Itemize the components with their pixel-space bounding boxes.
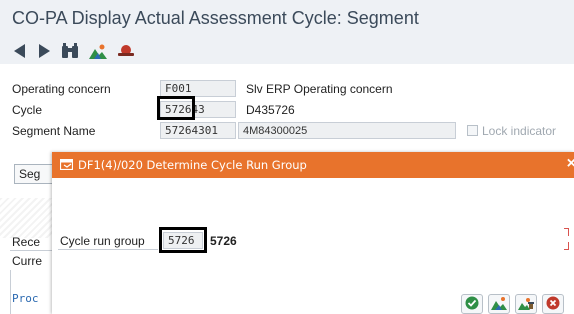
title-bar: CO-PA Display Actual Assessment Cycle: S… — [0, 0, 574, 38]
dialog-window-icon — [59, 158, 74, 173]
cycle-run-group-label: Cycle run group — [60, 234, 145, 248]
receiver-tab-stub[interactable]: Rece — [12, 235, 40, 249]
landscape-button[interactable] — [488, 294, 510, 314]
landscape-icon[interactable] — [88, 41, 108, 61]
close-icon[interactable]: × — [567, 155, 574, 173]
confirm-check-icon — [465, 296, 479, 313]
forward-arrow-icon[interactable] — [36, 41, 52, 61]
tab-divider — [10, 250, 52, 251]
binoculars-icon[interactable] — [60, 41, 80, 61]
label-underline — [58, 249, 158, 250]
segment-tab[interactable]: Seg — [14, 164, 56, 184]
cycle-text: D435726 — [246, 103, 295, 117]
currency-tab-stub[interactable]: Curre — [12, 254, 42, 268]
segment-name-field[interactable]: 57264301 — [160, 122, 236, 139]
segment-tab-label: Seg — [19, 167, 41, 181]
operating-concern-label: Operating concern — [12, 82, 111, 96]
cancel-icon — [546, 296, 560, 313]
segment-name-label: Segment Name — [12, 124, 96, 138]
cycle-label: Cycle — [12, 103, 43, 117]
cancel-button[interactable] — [542, 294, 564, 314]
confirm-button[interactable] — [461, 294, 483, 314]
lock-indicator-checkbox[interactable] — [467, 125, 478, 136]
tools-button[interactable] — [515, 294, 537, 314]
operating-concern-text: Slv ERP Operating concern — [246, 82, 393, 96]
lock-indicator-label: Lock indicator — [482, 124, 557, 138]
background-hatch — [0, 198, 52, 238]
page-title: CO-PA Display Actual Assessment Cycle: S… — [12, 8, 419, 28]
cycle-run-group-dialog: DF1(4)/020 Determine Cycle Run Group × C… — [52, 152, 574, 314]
frame-corner-top — [564, 228, 569, 236]
cycle-highlight-box — [157, 96, 195, 120]
dialog-title: DF1(4)/020 Determine Cycle Run Group — [78, 158, 307, 172]
frame-corner-bottom — [564, 242, 569, 250]
dialog-title-bar[interactable]: DF1(4)/020 Determine Cycle Run Group × — [52, 152, 574, 178]
operating-concern-field[interactable]: F001 — [160, 80, 236, 97]
panel-border — [10, 270, 11, 314]
toolbar — [0, 38, 574, 64]
back-arrow-icon[interactable] — [12, 41, 28, 61]
tools-icon — [518, 296, 534, 313]
cycle-run-group-highlight-box — [159, 227, 207, 253]
cycle-run-group-text: 5726 — [210, 234, 237, 248]
proc-stub: Proc — [12, 292, 39, 305]
landscape-icon — [491, 296, 507, 313]
hat-icon[interactable] — [116, 41, 136, 61]
segment-description-field: 4M84300025 — [238, 122, 456, 139]
